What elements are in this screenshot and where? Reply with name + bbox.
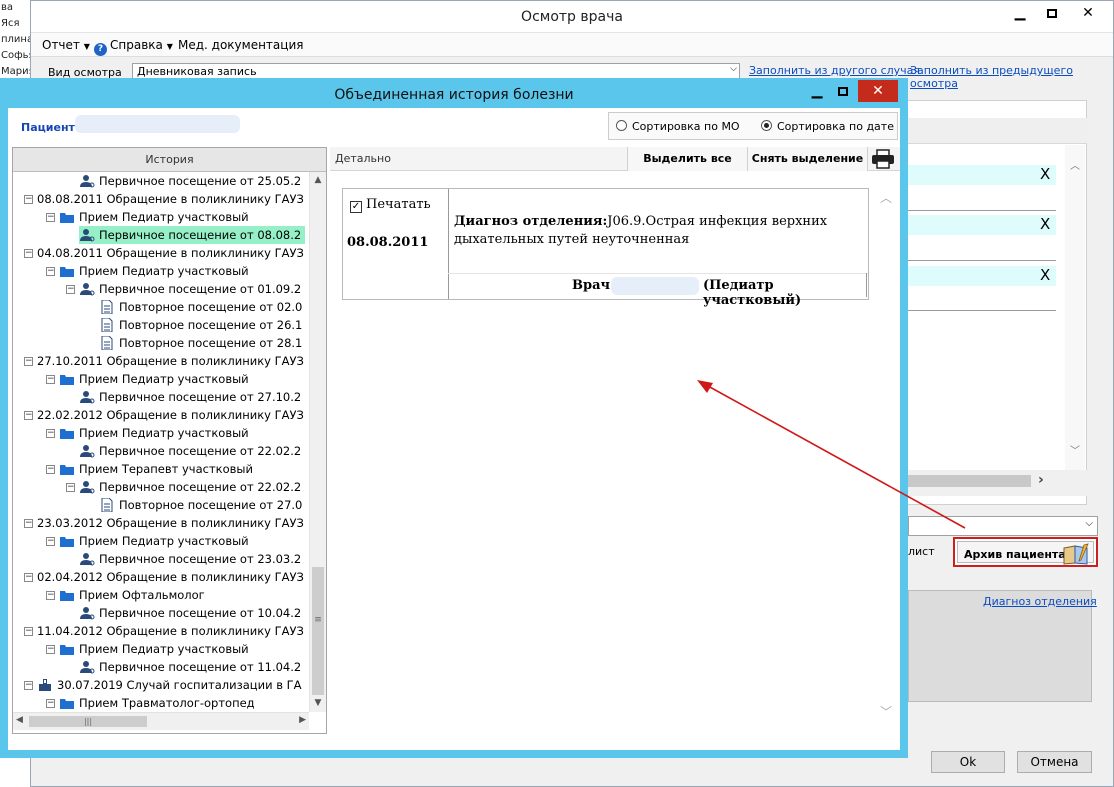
annotation-arrow	[697, 380, 966, 529]
